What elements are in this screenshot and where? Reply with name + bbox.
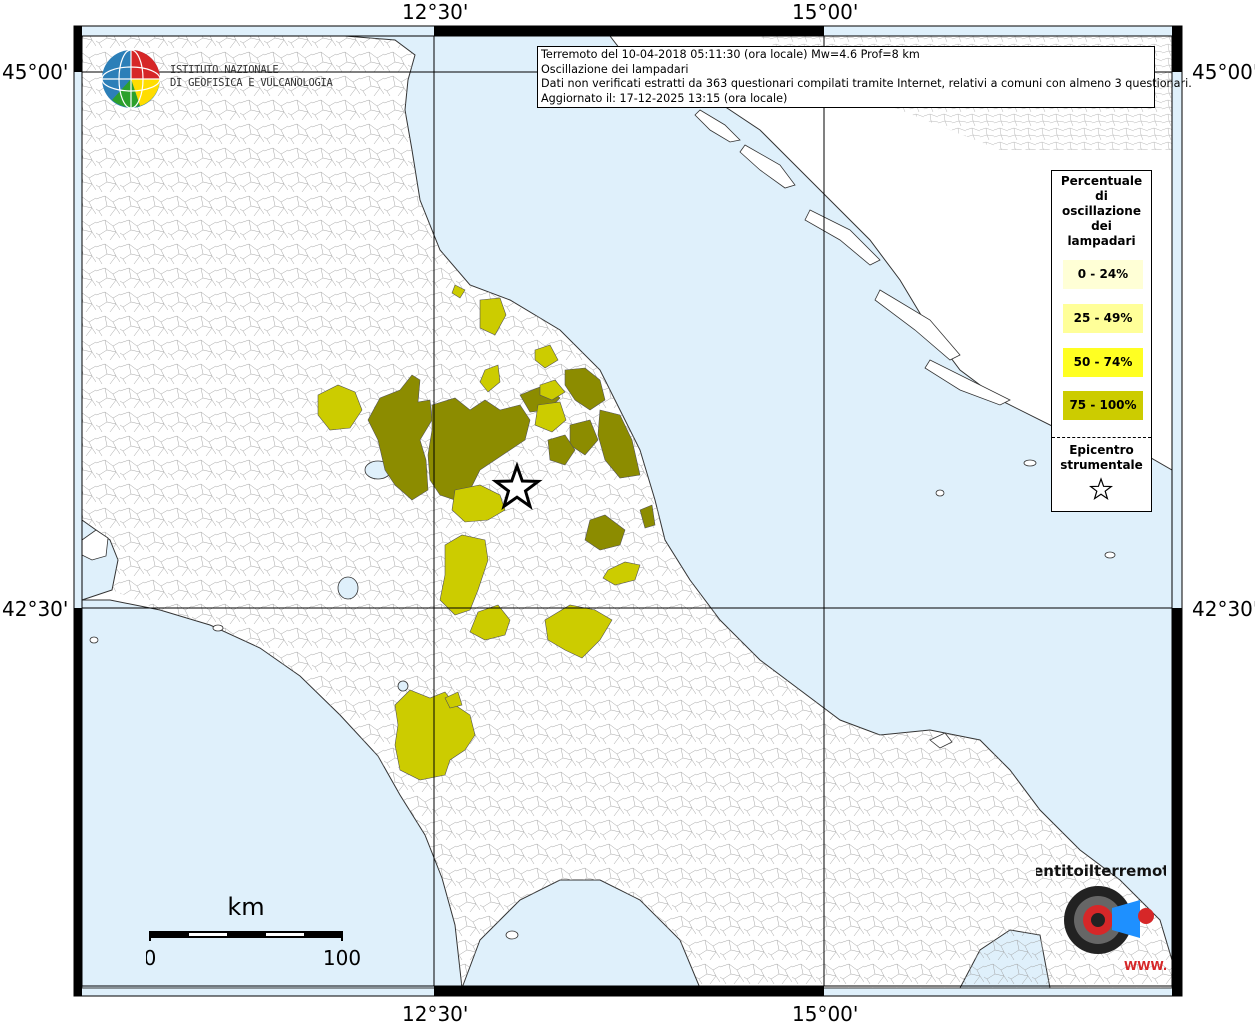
scale-unit: km [227, 893, 264, 921]
scale-max: 100 [323, 946, 361, 970]
lon-label-bottom-2: 15°00' [792, 1002, 859, 1026]
lake-bolsena [337, 576, 359, 600]
legend: Percentuale di oscillazione dei lampadar… [1051, 170, 1152, 512]
ingv-logo-text: ISTITUTO NAZIONALE DI GEOFISICA E VULCAN… [170, 64, 333, 90]
legend-swatch-50-74: 50 - 74% [1063, 348, 1143, 377]
legend-title-line: dei [1091, 219, 1112, 233]
ingv-logo [100, 48, 162, 114]
legend-swatch-0-24: 0 - 24% [1063, 260, 1143, 289]
update-time: Aggiornato il: 17-12-2025 13:15 (ora loc… [541, 91, 788, 105]
legend-epicenter-title: Epicentro strumentale [1052, 443, 1151, 473]
event-info-box: Terremoto del 10-04-2018 05:11:30 (ora l… [537, 46, 1192, 108]
globe-icon [101, 49, 161, 109]
hst-logo: haisentitoilterremoto.it WWW. [1036, 862, 1166, 973]
lat-label-left-1: 45°00' [2, 60, 69, 84]
legend-epicenter-line: strumentale [1060, 458, 1143, 472]
scale-min: 0 [146, 946, 156, 970]
lat-label-left-2: 42°30' [2, 597, 69, 621]
legend-title-line: lampadari [1067, 234, 1136, 248]
legend-title: Percentuale di oscillazione dei lampadar… [1052, 171, 1151, 249]
legend-title-line: Percentuale [1060, 174, 1143, 188]
lon-label-top-1: 12°30' [402, 0, 469, 24]
legend-title-line: di [1095, 189, 1108, 203]
event-line: Terremoto del 10-04-2018 05:11:30 (ora l… [541, 48, 920, 61]
hst-logo-sub: WWW. [1124, 959, 1166, 973]
lake-bracciano [397, 680, 409, 692]
star-icon [1089, 477, 1113, 501]
legend-swatch-25-49: 25 - 49% [1063, 304, 1143, 333]
lat-label-right-2: 42°30' [1192, 597, 1255, 621]
lon-label-bottom-1: 12°30' [402, 1002, 469, 1026]
lon-label-top-2: 15°00' [792, 0, 859, 24]
legend-separator [1052, 437, 1151, 438]
lat-label-right-1: 45°00' [1192, 60, 1255, 84]
scale-bar: km 0 100 [146, 893, 361, 970]
logo-line-2: DI GEOFISICA E VULCANOLOGIA [170, 77, 333, 89]
map-subject: Oscillazione dei lampadari [541, 62, 689, 76]
legend-title-line: oscillazione [1062, 204, 1141, 218]
legend-swatch-75-100: 75 - 100% [1063, 391, 1143, 420]
legend-epicenter-line: Epicentro [1069, 443, 1134, 457]
data-note: Dati non verificati estratti da 363 ques… [541, 77, 1192, 91]
hst-logo-text: haisentitoilterremoto.it [1036, 862, 1166, 880]
logo-line-1: ISTITUTO NAZIONALE [170, 64, 279, 76]
